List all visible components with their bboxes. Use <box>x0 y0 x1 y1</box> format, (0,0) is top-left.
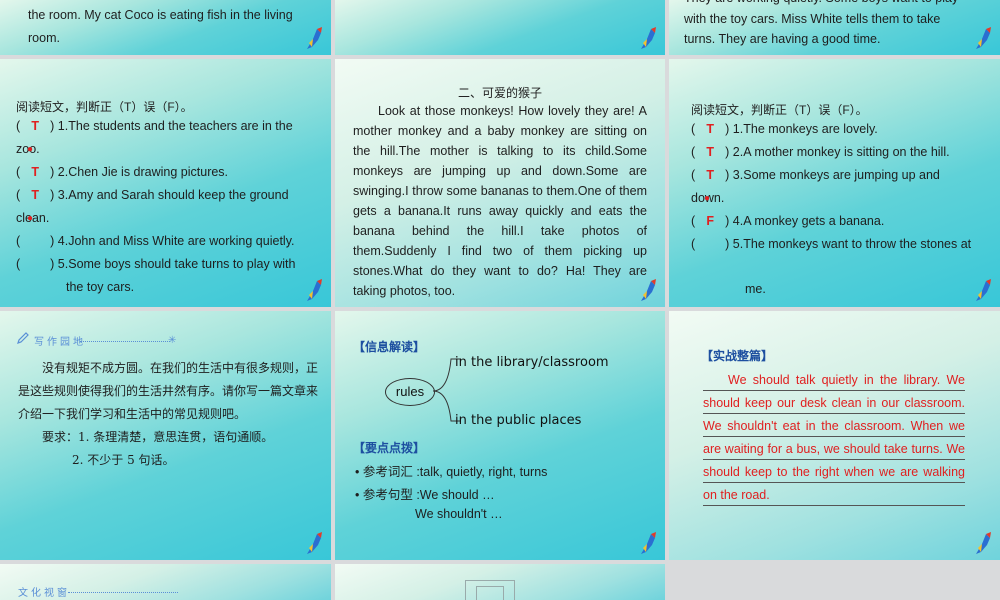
section-tag: 写作园地 <box>34 337 86 348</box>
slide-thumbnail-8[interactable]: 【信息解读】 rules in the library/classroom in… <box>335 311 665 560</box>
quiz-answer: T <box>31 119 39 133</box>
parrot-icon <box>976 279 991 301</box>
parrot-icon <box>641 27 656 49</box>
passage-title: 二、可爱的猴子 <box>457 86 542 100</box>
slide-thumbnail-1[interactable]: the room. My cat Coco is eating fish in … <box>0 0 331 55</box>
practice-essay: We should talk quietly in the library. W… <box>703 369 965 507</box>
quiz-item-cont: the toy cars. <box>66 280 135 294</box>
quiz-item: () 5.The monkeys want to throw the stone… <box>691 237 972 251</box>
vocab-hint: • 参考词汇 :talk, quietly, right, turns <box>355 465 548 479</box>
quiz-heading: 阅读短文，判断正（T）误（F）。 <box>691 103 868 117</box>
answer-mark: ● <box>704 193 711 204</box>
parrot-icon <box>976 532 991 554</box>
pattern-hint-2: We shouldn't … <box>415 507 503 521</box>
parrot-icon <box>307 532 322 554</box>
frame-image <box>465 580 515 600</box>
dotted-divider <box>80 341 170 342</box>
parrot-icon <box>307 27 322 49</box>
mindmap-branch-top: in the library/classroom <box>455 355 609 370</box>
passage-tail: the room. My cat Coco is eating fish in … <box>28 8 293 45</box>
quiz-item: (T) 3.Some monkeys are jumping up and <box>691 168 940 182</box>
answer-mark: ● <box>27 144 34 155</box>
info-heading: 【信息解读】 <box>353 340 426 354</box>
quiz-item-cont: me. <box>745 282 766 296</box>
slide-thumbnail-3[interactable]: They are working quietly. Some boys want… <box>669 0 1000 55</box>
pattern-hint: • 参考句型 :We should … <box>355 488 495 502</box>
quiz-answer: T <box>706 122 714 136</box>
practice-heading: 【实战整篇】 <box>701 349 774 363</box>
quiz-answer: T <box>706 145 714 159</box>
key-points-heading: 【要点点拨】 <box>353 441 426 455</box>
quiz-answer: T <box>31 165 39 179</box>
slide-thumbnail-11[interactable] <box>335 564 665 600</box>
dotted-divider <box>68 592 178 593</box>
quiz-item: (T) 2.Chen Jie is drawing pictures. <box>16 165 229 179</box>
passage-tail: They are working quietly. Some boys want… <box>684 0 958 46</box>
mindmap-branch-bottom: in the public places <box>455 413 582 428</box>
slide-thumbnail-9[interactable]: 【实战整篇】 We should talk quietly in the lib… <box>669 311 1000 560</box>
slide-thumbnail-6[interactable]: 阅读短文，判断正（T）误（F）。 (T) 1.The monkeys are l… <box>669 59 1000 307</box>
pencil-icon <box>17 332 29 344</box>
parrot-icon <box>641 532 656 554</box>
quiz-item: () 5.Some boys should take turns to play… <box>16 257 296 271</box>
quiz-answer: F <box>706 214 714 228</box>
slide-thumbnail-5[interactable]: 二、可爱的猴子 Look at those monkeys! How lovel… <box>335 59 665 307</box>
parrot-icon <box>976 27 991 49</box>
parrot-icon <box>641 279 656 301</box>
answer-mark: ● <box>27 213 34 224</box>
slide-thumbnail-7[interactable]: 写作园地 ✳ 没有规矩不成方圆。在我们的生活中有很多规则，正是这些规则使得我们的… <box>0 311 331 560</box>
quiz-heading: 阅读短文，判断正（T）误（F）。 <box>16 100 193 114</box>
slide-thumbnail-4[interactable]: 阅读短文，判断正（T）误（F）。 (T) 1.The students and … <box>0 59 331 307</box>
slide-thumbnail-10[interactable]: 文化视窗 <box>0 564 331 600</box>
quiz-item: (F) 4.A monkey gets a banana. <box>691 214 885 228</box>
slide-thumbnail-2[interactable] <box>335 0 665 55</box>
quiz-item: (T) 1.The students and the teachers are … <box>16 119 293 133</box>
quiz-item: (T) 1.The monkeys are lovely. <box>691 122 878 136</box>
quiz-item: (T) 2.A mother monkey is sitting on the … <box>691 145 950 159</box>
quiz-answer: T <box>706 168 714 182</box>
section-tag: 文化视窗 <box>18 588 70 599</box>
rules-node: rules <box>385 378 435 406</box>
quiz-answer: T <box>31 188 39 202</box>
quiz-item: (T) 3.Amy and Sarah should keep the grou… <box>16 188 289 202</box>
parrot-icon <box>307 279 322 301</box>
passage-body: Look at those monkeys! How lovely they a… <box>353 104 647 298</box>
sparkle-icon: ✳ <box>168 335 177 346</box>
writing-prompt: 没有规矩不成方圆。在我们的生活中有很多规则，正是这些规则使得我们的生活井然有序。… <box>18 361 319 467</box>
quiz-item: () 4.John and Miss White are working qui… <box>16 234 295 248</box>
